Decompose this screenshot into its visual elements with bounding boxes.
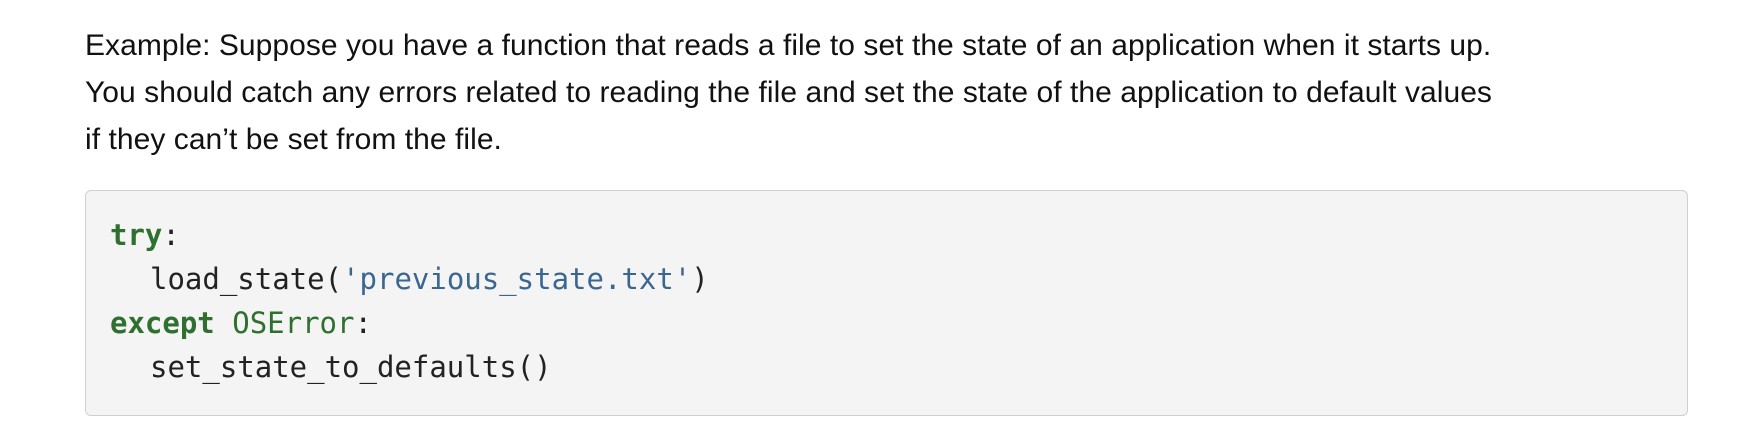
- code-listing: try: load_state('previous_state.txt') exce…: [110, 213, 709, 389]
- function-call-set-defaults: set_state_to_defaults(): [150, 350, 552, 384]
- example-paragraph: Example: Suppose you have a function tha…: [85, 22, 1685, 163]
- close-paren: ): [691, 262, 709, 296]
- code-line-except: except OSError:: [110, 301, 709, 345]
- code-line-load-state: load_state('previous_state.txt'): [110, 257, 709, 301]
- paragraph-line-2: You should catch any errors related to r…: [85, 76, 1492, 109]
- paragraph-line-1: Example: Suppose you have a function tha…: [85, 29, 1492, 62]
- paragraph-container: Example: Suppose you have a function tha…: [85, 22, 1685, 163]
- string-literal: 'previous_state.txt': [342, 262, 692, 296]
- function-call-load-state: load_state(: [150, 262, 343, 296]
- code-block: try: load_state('previous_state.txt') exce…: [85, 190, 1688, 416]
- colon: :: [162, 218, 180, 252]
- paragraph-line-3: if they can’t be set from the file.: [85, 123, 502, 156]
- code-line-set-defaults: set_state_to_defaults(): [110, 345, 709, 389]
- keyword-try: try: [110, 218, 163, 252]
- keyword-except: except: [110, 306, 215, 340]
- colon: :: [354, 306, 372, 340]
- exception-name: OSError: [232, 306, 355, 340]
- code-line-try: try:: [110, 213, 709, 257]
